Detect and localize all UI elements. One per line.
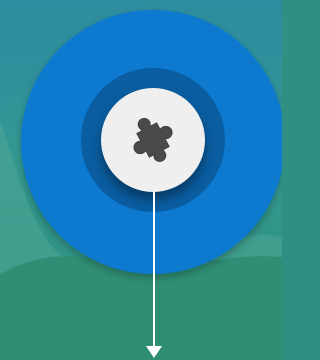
down-arrow-icon [146,192,162,358]
illustration-stage [0,0,282,360]
center-action-button[interactable] [101,88,205,192]
puzzle-piece-icon [133,117,173,162]
